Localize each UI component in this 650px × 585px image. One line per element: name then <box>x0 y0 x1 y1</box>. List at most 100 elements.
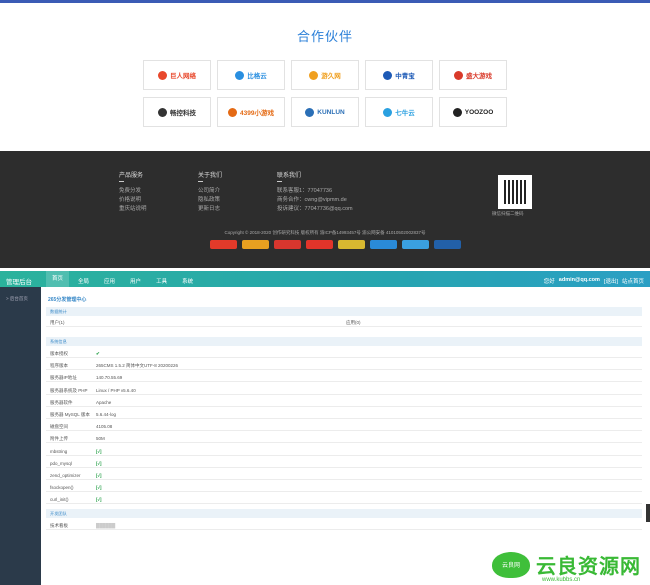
partner-logo-mark-icon <box>158 107 167 117</box>
site-home-link[interactable]: 站点首页 <box>622 277 644 285</box>
sysinfo-value: 5.6.44-log <box>96 412 117 417</box>
partner-logo-label: 巨人网络 <box>170 73 196 80</box>
site-footer: 产品服务 免费分发 价格说明 重庆站说明 关于我们 公司简介 隐私政策 更新日志… <box>0 151 650 268</box>
sysinfo-row: fsockopen() [√] <box>46 483 642 493</box>
partners-section: 合作伙伴 巨人网络 比格云 游久网 中青宝 盛大游戏畅控科技 4399小游戏 KUNLUN 七… <box>0 0 650 151</box>
partner-logo[interactable]: 盛大游戏 <box>439 60 507 90</box>
sysinfo-row: pdo_mysql [√] <box>46 459 642 468</box>
partner-logo-label: 比格云 <box>247 73 267 80</box>
footer-divider <box>119 181 124 182</box>
sysinfo-key: fsockopen() <box>50 485 74 491</box>
scrollbar-thumb[interactable] <box>646 504 650 522</box>
sysinfo-row: 程序版本 265CMS 1.5.2 简体中文UTF-8 20200226 <box>46 361 642 371</box>
partner-logo[interactable]: 4399小游戏 <box>217 97 285 127</box>
nav-tab[interactable]: 首页 <box>46 271 70 287</box>
sysinfo-value: Apache <box>96 399 112 405</box>
sysinfo-row: 服务器软件 Apache <box>46 398 642 407</box>
trust-badge-icon[interactable] <box>370 240 397 249</box>
admin-content: 265分发管理中心 数据统计 用户(1) 应用(0) 系统信息 版本授权 ✔ 程序版… <box>41 287 647 585</box>
footer-contact-line: 投诉建议：77047736@qq.com <box>277 206 353 212</box>
sysinfo-value: [√] <box>96 460 102 466</box>
sysinfo-row: 磁盘空间 4105.08 <box>46 422 642 432</box>
admin-panel: 管理后台 首页 全局 应用 用户 工具 系统 您好 admin@qq.com [退出] 站… <box>0 271 650 585</box>
stats-row: 用户(1) 应用(0) <box>46 318 642 327</box>
partner-logo[interactable]: 巨人网络 <box>143 60 211 90</box>
stat-apps[interactable]: 应用(0) <box>346 318 361 327</box>
admin-header: 管理后台 首页 全局 应用 用户 工具 系统 您好 admin@qq.com [退出] 站… <box>0 271 650 287</box>
partner-logo-label: KUNLUN <box>317 108 345 116</box>
partner-logo[interactable]: 七牛云 <box>365 97 433 127</box>
partner-logo-mark-icon <box>235 70 245 80</box>
footer-link[interactable]: 公司简介 <box>198 187 222 196</box>
sysinfo-row: curl_init() [√] <box>46 495 642 505</box>
partner-logo[interactable]: KUNLUN <box>291 97 359 127</box>
partner-logo[interactable]: 中青宝 <box>365 60 433 90</box>
stat-users[interactable]: 用户(1) <box>50 318 65 327</box>
sysinfo-value: 4105.08 <box>96 424 113 430</box>
admin-main-nav: 首页 全局 应用 用户 工具 系统 <box>46 271 193 287</box>
trust-badge-icon[interactable] <box>338 240 365 249</box>
sysinfo-key: pdo_mysql <box>50 460 72 466</box>
sysinfo-row: zend_optimizer [√] <box>46 471 642 480</box>
footer-link[interactable]: 隐私政策 <box>198 196 222 205</box>
partner-logo[interactable]: 游久网 <box>291 60 359 90</box>
logout-link[interactable]: [退出] <box>604 277 618 285</box>
nav-tab[interactable]: 应用 <box>104 277 115 287</box>
partner-logo-label: 七牛云 <box>395 110 415 117</box>
footer-col-contact: 联系我们 联系客服1：77047736 商务合作：cwng@vipmm.de 投… <box>277 170 353 214</box>
partner-logo[interactable]: 比格云 <box>217 60 285 90</box>
sysinfo-key: 服务器 MySQL 版本 <box>50 412 90 417</box>
partners-title: 合作伙伴 <box>296 29 353 44</box>
sysinfo-key: curl_init() <box>50 497 69 503</box>
watermark-title: 云良资源网 <box>536 556 641 578</box>
trust-badge-icon[interactable] <box>306 240 333 249</box>
sysinfo-key: 版本授权 <box>50 351 68 356</box>
footer-contact-line: 联系客服1：77047736 <box>277 188 333 194</box>
sysinfo-value: 50M <box>96 436 105 442</box>
footer-contact-line: 商务合作：cwng@vipmm.de <box>277 197 347 203</box>
partner-logo-mark-icon <box>383 107 393 117</box>
section-header-dev: 开发团队 <box>46 509 642 518</box>
nav-tab[interactable]: 用户 <box>130 277 141 287</box>
footer-col-heading: 联系我们 <box>277 173 302 179</box>
sidebar-item-dashboard[interactable]: > 后台首页 <box>0 287 41 302</box>
trust-badge-icon[interactable] <box>434 240 461 249</box>
partner-logo[interactable]: 畅控科技 <box>143 97 211 127</box>
partner-logo-mark-icon <box>228 107 238 117</box>
sysinfo-row: 服务器系统及 PHP Linux / PHP v5.6.40 <box>46 386 642 395</box>
admin-sidebar: > 后台首页 <box>0 287 41 585</box>
footer-col-about: 关于我们 公司简介 隐私政策 更新日志 <box>198 170 222 214</box>
partner-logo-label: 畅控科技 <box>170 110 196 117</box>
sysinfo-row: 版本授权 ✔ <box>46 349 642 358</box>
trust-badge-icon[interactable] <box>242 240 269 249</box>
footer-link[interactable]: 重庆站说明 <box>119 205 147 214</box>
footer-link[interactable]: 价格说明 <box>119 196 147 205</box>
footer-divider <box>277 181 282 182</box>
admin-brand: 管理后台 <box>6 279 32 286</box>
partner-logo-label: 中青宝 <box>395 73 415 80</box>
nav-tab[interactable]: 全局 <box>78 277 89 287</box>
footer-link[interactable]: 更新日志 <box>198 205 222 214</box>
nav-tab[interactable]: 工具 <box>156 277 167 287</box>
partner-logo[interactable]: YOOZOO <box>439 97 507 127</box>
trust-badge-icon[interactable] <box>210 240 237 249</box>
cloud-logo-icon: 云良网 <box>492 551 530 578</box>
footer-link[interactable]: 免费分发 <box>119 187 147 196</box>
partner-logo-label: 游久网 <box>321 73 341 80</box>
sysinfo-value: [√] <box>96 473 102 478</box>
sysinfo-key: zend_optimizer <box>50 473 81 478</box>
qr-caption: 微信扫描二维码 <box>492 211 524 216</box>
sysinfo-value: [√] <box>96 497 102 503</box>
watermark-url: www.kubbs.cn <box>542 577 581 583</box>
trust-badge-icon[interactable] <box>402 240 429 249</box>
sysinfo-key: 服务器IP地址 <box>50 375 77 381</box>
watermark: 云良网 云良资源网 www.kubbs.cn <box>492 550 641 583</box>
section-header-sysinfo: 系统信息 <box>46 337 642 346</box>
partner-logo-mark-icon <box>383 70 393 80</box>
partner-logo-mark-icon <box>158 70 167 80</box>
partner-logo-label: 盛大游戏 <box>466 73 492 80</box>
sysinfo-key: 程序版本 <box>50 363 68 369</box>
sysinfo-row: 附件上传 50M <box>46 434 642 444</box>
trust-badge-icon[interactable] <box>274 240 301 249</box>
nav-tab[interactable]: 系统 <box>182 277 193 287</box>
